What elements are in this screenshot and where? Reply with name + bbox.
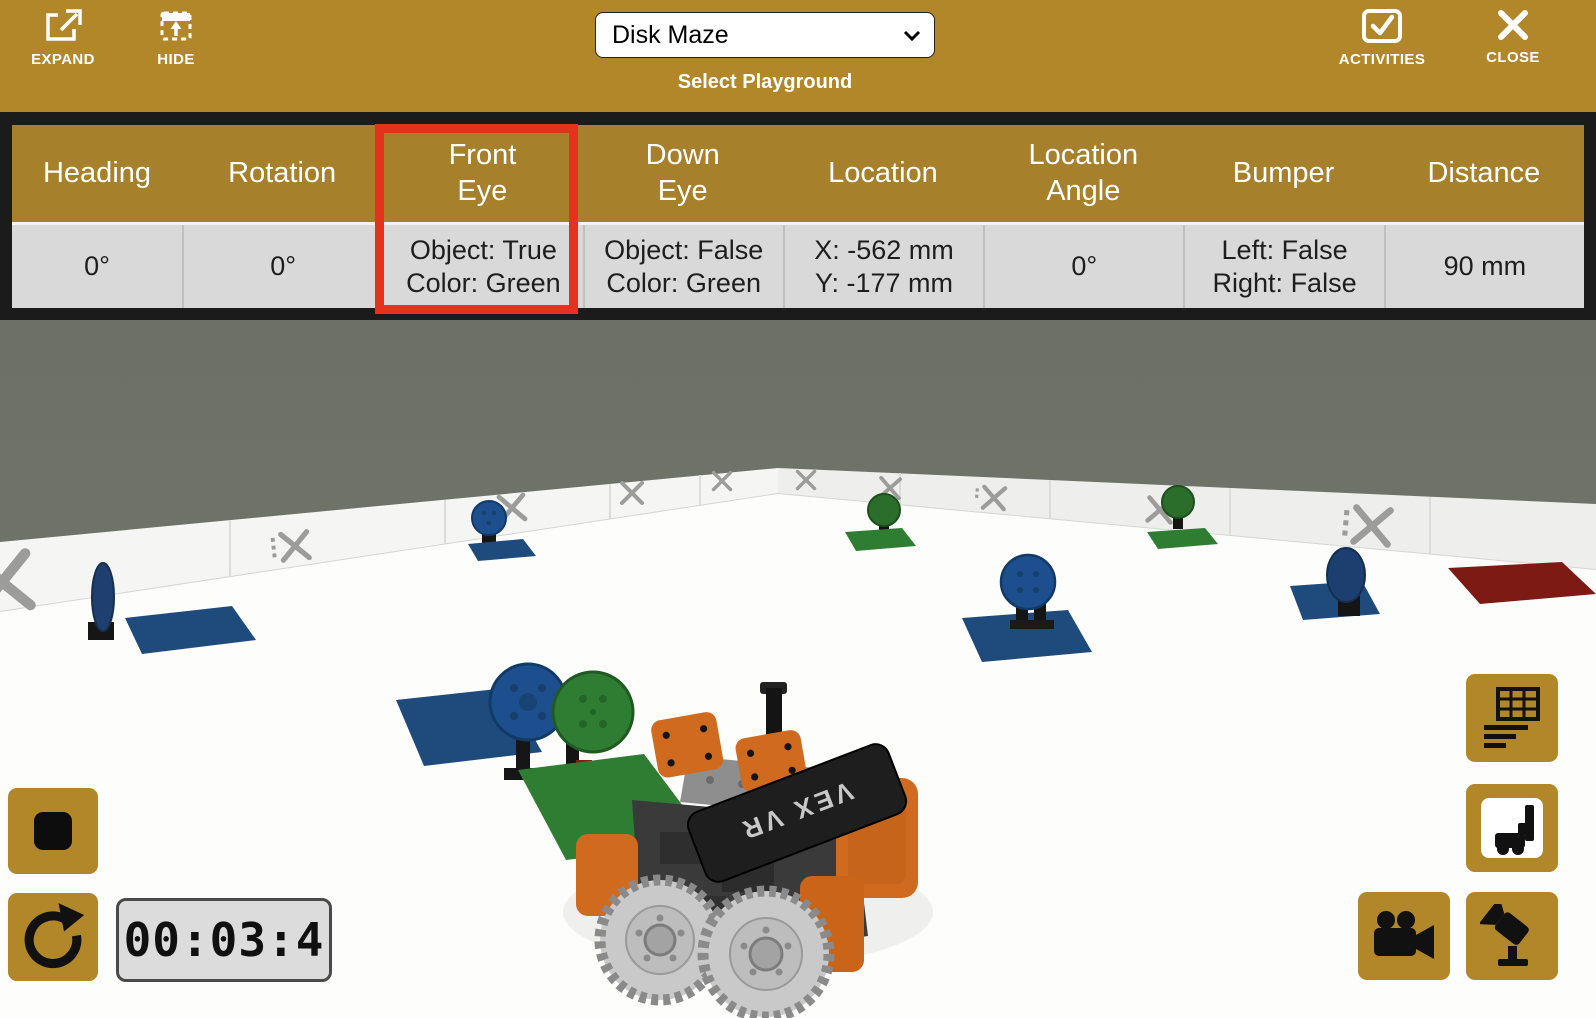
close-button[interactable]: CLOSE [1480,8,1546,66]
dashboard-toggle-button[interactable] [1466,674,1558,762]
video-camera-icon [1372,910,1436,962]
activities-button[interactable]: ACTIVITIES [1330,8,1434,68]
playground-toolbar: EXPAND HIDE Disk Maze Select Playground [0,0,1596,112]
hide-button[interactable]: HIDE [146,8,206,68]
camera-angle-button[interactable] [1466,892,1558,980]
dashboard-grid-icon [1482,687,1542,749]
rotation-value: 0° [182,225,382,308]
front-eye-value: Object: True Color: Green [382,225,582,308]
hide-label: HIDE [157,51,194,68]
col-bumper-label: Bumper [1183,125,1383,222]
expand-icon [43,8,83,44]
robot-right-wheel [703,891,829,1017]
close-icon [1496,8,1530,42]
expand-label: EXPAND [31,51,95,68]
col-heading-label: Heading [12,125,182,222]
select-playground-caption: Select Playground [595,71,935,94]
camera-angle-icon [1480,904,1544,968]
expand-button[interactable]: EXPAND [20,8,106,68]
close-label: CLOSE [1486,49,1540,66]
hide-icon [156,8,196,44]
reset-icon [20,903,86,971]
playground-select[interactable]: Disk Maze [595,12,935,58]
sensor-dashboard: Heading Rotation Front Eye Down Eye Loca… [12,125,1584,308]
robot-view-icon [1485,801,1539,855]
sensor-dashboard-header: Heading Rotation Front Eye Down Eye Loca… [12,125,1584,222]
col-rotation-label: Rotation [182,125,382,222]
col-location-label: Location [783,125,983,222]
stop-button[interactable] [8,788,98,874]
distance-value: 90 mm [1384,225,1584,308]
robot-view-icon-bg [1481,798,1543,858]
video-camera-button[interactable] [1358,892,1450,980]
location-angle-value: 0° [983,225,1183,308]
sensor-dashboard-values: 0° 0° Object: True Color: Green Object: … [12,222,1584,308]
col-down-eye-label: Down Eye [583,125,783,222]
col-front-eye-label: Front Eye [382,125,582,222]
heading-value: 0° [12,225,182,308]
reset-button[interactable] [8,893,98,981]
activities-icon [1361,8,1403,44]
robot-left-wheel [600,880,720,1000]
playground-select-wrap: Disk Maze [595,12,935,58]
robot-view-button[interactable] [1466,784,1558,872]
col-distance-label: Distance [1384,125,1584,222]
location-value: X: -562 mm Y: -177 mm [783,225,983,308]
bumper-value: Left: False Right: False [1183,225,1383,308]
timer-display: 00:03:4 [116,898,332,982]
stop-icon [33,811,73,851]
col-location-angle-label: Location Angle [983,125,1183,222]
activities-label: ACTIVITIES [1339,51,1426,68]
down-eye-value: Object: False Color: Green [583,225,783,308]
